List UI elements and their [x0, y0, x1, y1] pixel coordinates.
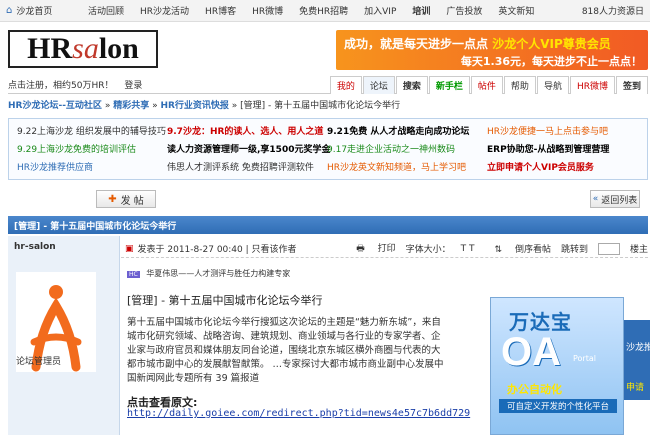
font-size-label: 字体大小：	[405, 245, 451, 255]
breadcrumb-link[interactable]: HR行业资讯快报	[160, 101, 228, 111]
oa-ad-banner[interactable]: 万达宝 OA Portal 办公自动化 可自定义开发的个性化平台	[490, 297, 624, 435]
nav-link[interactable]: 加入VIP	[356, 4, 404, 17]
nav-link[interactable]: 英文新知	[490, 4, 542, 17]
promo-link[interactable]: HR沙龙推荐供应商	[17, 160, 93, 173]
tab-newbie[interactable]: 新手栏	[428, 75, 470, 94]
source-link[interactable]: http://daily.goiee.com/redirect.php?tid=…	[127, 408, 470, 419]
promo-link[interactable]: 伟思人才测评系统 免费招聘评测软件	[167, 160, 314, 173]
promo-link[interactable]: 立即申请个人VIP会员服务	[487, 160, 594, 173]
post-body: 第十五届中国城市化论坛今举行搜狐这次论坛的主题是“魅力新东城”，来自城市化研究领…	[127, 317, 444, 384]
promo-link[interactable]: 9.7沙龙：HR的读人、选人、用人之道	[167, 124, 323, 137]
promo-link[interactable]: ERP协助您-从战略到管理营理	[487, 142, 609, 155]
nav-link[interactable]: HR沙龙活动	[132, 4, 197, 17]
tab-navigation[interactable]: 导航	[536, 75, 569, 94]
home-link[interactable]: ⌂ 沙龙首页	[0, 4, 80, 17]
breadcrumb-link[interactable]: 精彩共享	[113, 101, 149, 111]
thread-title: [管理] - 第十五届中国城市化论坛今举行	[14, 221, 177, 232]
tab-mine[interactable]: 我的	[329, 75, 362, 94]
tab-hr-weibo[interactable]: HR微博	[569, 75, 615, 94]
back-to-list-button[interactable]: « 返回列表	[590, 190, 640, 208]
home-icon: ⌂	[6, 5, 13, 16]
print-link[interactable]: 🖶 打印	[346, 241, 395, 257]
nav-link[interactable]: 活动回顾	[80, 4, 132, 17]
breadcrumb-link[interactable]: HR沙龙论坛--互动社区	[8, 101, 102, 111]
thread-toolbar: ✚ 发 帖 « 返回列表	[8, 190, 648, 210]
site-logo[interactable]: HR sa lon	[8, 30, 158, 68]
thread-title-bar: [管理] - 第十五届中国城市化论坛今举行	[8, 216, 648, 234]
jump-input[interactable]	[597, 242, 620, 255]
side-ad-strip[interactable]: 沙龙推 申请	[624, 320, 650, 435]
jump-label: 跳转到	[560, 245, 588, 255]
post-icon: ▣	[125, 243, 134, 254]
new-post-button[interactable]: ✚ 发 帖	[96, 190, 156, 208]
nav-link[interactable]: 培训	[404, 4, 438, 17]
sponsor-tag: HC	[127, 271, 140, 278]
tab-help[interactable]: 帮助	[503, 75, 536, 94]
tab-checkin[interactable]: 签到	[615, 75, 648, 94]
breadcrumb: HR沙龙论坛--互动社区 » 精彩共享 » HR行业资讯快报 » [管理] - …	[8, 101, 401, 111]
author-name[interactable]: hr-salon	[14, 242, 56, 252]
promo-link[interactable]: 9.17走进企业活动之一神州数码	[327, 142, 455, 155]
nav-link[interactable]: HR博客	[197, 4, 244, 17]
author-only-link[interactable]: 只看该作者	[252, 245, 297, 255]
login-link[interactable]: 登录	[124, 81, 142, 91]
tab-search[interactable]: 搜索	[395, 75, 428, 94]
forum-tabs: 我的 论坛 搜索 新手栏 帖件 帮助 导航 HR微博 签到	[329, 75, 648, 94]
promo-link[interactable]: 9.21免费 从人才战略走向成功论坛	[327, 124, 469, 137]
font-size-icon[interactable]: T T	[461, 244, 475, 254]
sort-icon: ⇅	[494, 245, 503, 255]
promo-link[interactable]: 9.22上海沙龙 组织发展中的辅导技巧	[17, 124, 166, 137]
floor-label: 楼主	[629, 245, 648, 255]
promo-grid: 9.22上海沙龙 组织发展中的辅导技巧 9.7沙龙：HR的读人、选人、用人之道 …	[8, 118, 648, 180]
author-panel: hr-salon 论坛管理员	[8, 236, 120, 435]
promo-link[interactable]: 读人力资源管理师一级,享1500元奖学金	[167, 142, 330, 155]
vip-banner[interactable]: 成功，就是每天进步一点点 沙龙个人VIP尊贵会员 每天1.36元，每天进步不止一…	[336, 30, 648, 70]
register-link[interactable]: 点击注册，相约50万HR！	[8, 81, 113, 91]
tab-forum[interactable]: 论坛	[362, 75, 395, 94]
promo-link[interactable]: HR沙龙便捷一马上点击参与吧	[487, 124, 608, 137]
promo-link[interactable]: 9.29上海沙龙免费的培训评估	[17, 142, 136, 155]
printer-icon: 🖶	[356, 243, 365, 254]
arrow-left-icon: «	[592, 194, 599, 204]
user-bar: 点击注册，相约50万HR！ 登录 我的 论坛 搜索 新手栏 帖件 帮助 导航 H…	[8, 75, 648, 94]
nav-link[interactable]: 免费HR招聘	[291, 4, 356, 17]
author-role: 论坛管理员	[16, 357, 62, 367]
post-title: [管理] - 第十五届中国城市化论坛今举行	[127, 294, 323, 307]
reverse-order-link[interactable]: ⇅ 倒序看帖	[485, 242, 551, 255]
breadcrumb-current: [管理] - 第十五届中国城市化论坛今举行	[240, 101, 401, 111]
top-nav: ⌂ 沙龙首页 活动回顾 HR沙龙活动 HR博客 HR微博 免费HR招聘 加入VI…	[0, 0, 650, 22]
sponsor-signature[interactable]: HC 华夏伟思——人才测评与胜任力构建专家	[127, 268, 290, 279]
hr-day-link[interactable]: 818人力资源日	[582, 4, 650, 17]
top-nav-links: 活动回顾 HR沙龙活动 HR博客 HR微博 免费HR招聘 加入VIP 培训 广告…	[80, 4, 582, 17]
post-meta: ▣ 发表于 2011-8-27 00:40 | 只看该作者 🖶 打印 字体大小：…	[121, 240, 648, 258]
nav-link[interactable]: 广告投放	[438, 4, 490, 17]
post-time: 发表于 2011-8-27 00:40	[137, 245, 243, 255]
nav-link[interactable]: HR微博	[244, 4, 291, 17]
plus-icon: ✚	[108, 193, 117, 205]
tab-posts[interactable]: 帖件	[470, 75, 503, 94]
promo-link[interactable]: HR沙龙英文新知频道，马上学习吧	[327, 160, 466, 173]
